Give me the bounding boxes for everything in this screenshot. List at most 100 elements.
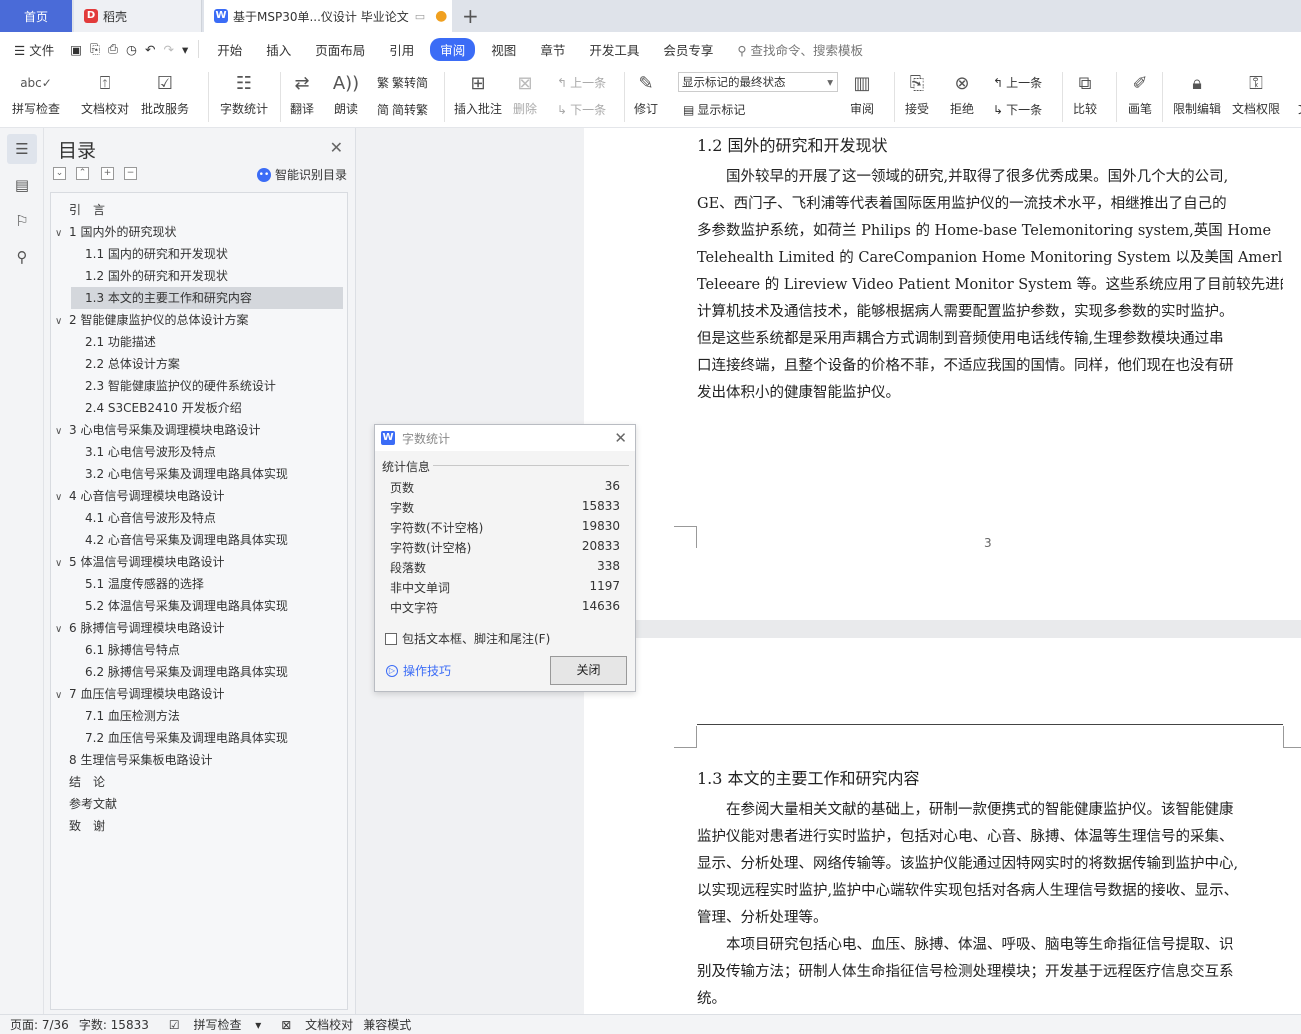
toc-item[interactable]: ∨ 3 心电信号采集及调理模块电路设计 <box>55 419 343 441</box>
chevron-down-icon[interactable]: ∨ <box>55 311 69 333</box>
batch-service-button[interactable]: ☑ 批改服务 <box>141 70 189 117</box>
translate-button[interactable]: ⇄ 翻译 <box>289 70 315 117</box>
toc-item[interactable]: 7.1 血压检测方法 <box>71 705 343 727</box>
close-icon[interactable]: ✕ <box>330 138 343 157</box>
toc-item[interactable]: 5.1 温度传感器的选择 <box>71 573 343 595</box>
command-search[interactable]: ⚲ 查找命令、搜索模板 <box>725 40 875 59</box>
status-spell-check[interactable]: ☑ 拼写检查 ▾ <box>159 1016 261 1033</box>
toc-item[interactable]: 2.3 智能健康监护仪的硬件系统设计 <box>71 375 343 397</box>
doc-permission-button[interactable]: ⚿ 文档权限 <box>1232 70 1280 117</box>
find-icon[interactable]: ⚲ <box>7 242 37 272</box>
menu-view[interactable]: 视图 <box>479 40 528 59</box>
include-textbox-checkbox[interactable]: 包括文本框、脚注和尾注(F) <box>385 630 550 647</box>
tab-document[interactable]: W 基于MSP30单...仪设计 毕业论文 ▭ ● <box>204 0 452 32</box>
toc-item[interactable]: ∨ 6 脉搏信号调理模块电路设计 <box>55 617 343 639</box>
doc-check-button[interactable]: ⍐ 文档校对 <box>81 70 129 117</box>
toc-item[interactable]: 8 生理信号采集板电路设计 <box>55 749 343 771</box>
markup-state-select[interactable]: 显示标记的最终状态 ▾ <box>678 72 838 92</box>
chapter-icon[interactable]: ▤ <box>7 170 37 200</box>
page-indicator[interactable]: 页面: 7/36 <box>10 1016 69 1033</box>
toc-item[interactable]: 2.4 S3CEB2410 开发板介绍 <box>71 397 343 419</box>
toc-item[interactable]: 1.1 国内的研究和开发现状 <box>71 243 343 265</box>
toc-item[interactable]: ∨ 5 体温信号调理模块电路设计 <box>55 551 343 573</box>
new-tab-button[interactable]: + <box>462 4 479 28</box>
chevron-down-icon[interactable]: ∨ <box>55 685 69 707</box>
toc-item[interactable]: 6.2 脉搏信号采集及调理电路具体实现 <box>71 661 343 683</box>
insert-comment-button[interactable]: ⊞ 插入批注 <box>454 70 502 117</box>
overflow-button[interactable]: 文 <box>1291 70 1301 117</box>
more-chevron-icon[interactable]: ▾ <box>178 42 192 57</box>
tab-home[interactable]: 首页 <box>0 0 72 32</box>
undo-icon[interactable]: ↶ <box>141 42 159 57</box>
toc-item[interactable]: ∨ 2 智能健康监护仪的总体设计方案 <box>55 309 343 331</box>
menu-layout[interactable]: 页面布局 <box>303 40 377 59</box>
close-icon[interactable]: ✕ <box>614 429 627 447</box>
toc-item[interactable]: 4.2 心音信号采集及调理电路具体实现 <box>71 529 343 551</box>
tab-daoke[interactable]: D 稻壳 <box>74 0 202 32</box>
toc-item[interactable]: 引 言 <box>55 199 343 221</box>
accept-button[interactable]: ⎘ 接受 <box>904 70 930 117</box>
toc-item[interactable]: 2.1 功能描述 <box>71 331 343 353</box>
simp-to-trad-button[interactable]: 简简转繁 <box>377 101 428 118</box>
trad-to-simp-button[interactable]: 繁繁转简 <box>377 74 428 91</box>
spell-check-button[interactable]: abc✓ 拼写检查 <box>12 70 60 117</box>
toc-item[interactable]: 1.2 国外的研究和开发现状 <box>71 265 343 287</box>
menu-developer[interactable]: 开发工具 <box>577 40 651 59</box>
show-markup-button[interactable]: ▤ 显示标记 <box>683 101 745 118</box>
toc-item[interactable]: 结 论 <box>55 771 343 793</box>
toc-item[interactable]: 4.1 心音信号波形及特点 <box>71 507 343 529</box>
toc-item[interactable]: 1.3 本文的主要工作和研究内容 <box>71 287 343 309</box>
tips-link[interactable]: ▷ 操作技巧 <box>386 662 451 679</box>
toc-item[interactable]: ∨ 1 国内外的研究现状 <box>55 221 343 243</box>
expand-up-icon[interactable]: ⌃ <box>76 167 89 180</box>
menu-chapter[interactable]: 章节 <box>528 40 577 59</box>
pen-button[interactable]: ✐ 画笔 <box>1127 70 1153 117</box>
remove-item-icon[interactable]: − <box>124 167 137 180</box>
smart-toc-button[interactable]: •• 智能识别目录 <box>256 166 347 183</box>
word-count-indicator[interactable]: 字数: 15833 <box>79 1016 149 1033</box>
toc-item[interactable]: ∨ 4 心音信号调理模块电路设计 <box>55 485 343 507</box>
toc-item[interactable]: 致 谢 <box>55 815 343 837</box>
compare-button[interactable]: ⧉ 比较 <box>1072 70 1098 117</box>
chevron-down-icon[interactable]: ∨ <box>55 619 69 641</box>
chevron-down-icon[interactable]: ∨ <box>55 487 69 509</box>
toc-panel-icon[interactable]: ☰ <box>7 134 37 164</box>
toc-item[interactable]: 5.2 体温信号采集及调理电路具体实现 <box>71 595 343 617</box>
menu-reference[interactable]: 引用 <box>377 40 426 59</box>
next-comment-button[interactable]: ↳ 下一条 <box>557 101 606 118</box>
document-page[interactable]: 1.2 国外的研究和开发现状 国外较早的开展了这一领域的研究,并取得了很多优秀成… <box>584 128 1301 1014</box>
next-revision-button[interactable]: ↳ 下一条 <box>993 101 1042 118</box>
toc-item[interactable]: 3.2 心电信号采集及调理电路具体实现 <box>71 463 343 485</box>
toc-item[interactable]: ∨ 7 血压信号调理模块电路设计 <box>55 683 343 705</box>
chevron-down-icon[interactable]: ∨ <box>55 421 69 443</box>
toc-item[interactable]: 7.2 血压信号采集及调理电路具体实现 <box>71 727 343 749</box>
menu-member[interactable]: 会员专享 <box>651 40 725 59</box>
collapse-all-icon[interactable]: ⌄ <box>53 167 66 180</box>
menu-start[interactable]: 开始 <box>205 40 254 59</box>
delete-comment-button[interactable]: ⊠ 删除 <box>512 70 538 117</box>
dialog-titlebar[interactable]: W 字数统计 <box>375 425 635 451</box>
menu-review[interactable]: 审阅 <box>430 37 476 61</box>
export-icon[interactable]: ⎘ <box>86 41 104 57</box>
reject-button[interactable]: ⊗ 拒绝 <box>949 70 975 117</box>
chevron-down-icon[interactable]: ∨ <box>55 223 69 245</box>
menu-insert[interactable]: 插入 <box>254 40 303 59</box>
prev-revision-button[interactable]: ↰ 上一条 <box>993 74 1042 91</box>
toc-item[interactable]: 参考文献 <box>55 793 343 815</box>
toc-item[interactable]: 6.1 脉搏信号特点 <box>71 639 343 661</box>
preview-icon[interactable]: ◷ <box>122 42 141 57</box>
read-aloud-button[interactable]: A)) 朗读 <box>333 70 359 117</box>
close-button[interactable]: 关闭 <box>550 656 627 685</box>
revise-button[interactable]: ✎ 修订 <box>633 70 659 117</box>
chevron-down-icon[interactable]: ∨ <box>55 553 69 575</box>
toc-item[interactable]: 3.1 心电信号波形及特点 <box>71 441 343 463</box>
word-count-button[interactable]: ☷ 字数统计 <box>220 70 268 117</box>
toc-item[interactable]: 2.2 总体设计方案 <box>71 353 343 375</box>
review-pane-button[interactable]: ▥ 审阅 <box>849 70 875 117</box>
save-icon[interactable]: ▣ <box>66 42 86 57</box>
status-doc-check[interactable]: ⊠ 文档校对 <box>271 1016 353 1033</box>
print-icon[interactable]: ⎙ <box>104 41 122 57</box>
bookmark-icon[interactable]: ⚐ <box>7 206 37 236</box>
file-menu[interactable]: ☰ 文件 <box>0 40 66 59</box>
prev-comment-button[interactable]: ↰ 上一条 <box>557 74 606 91</box>
